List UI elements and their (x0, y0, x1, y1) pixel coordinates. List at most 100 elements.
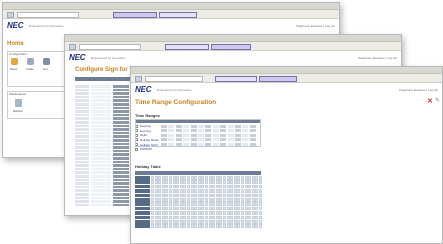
holiday-cell[interactable] (165, 202, 169, 206)
holiday-cell[interactable] (151, 202, 154, 206)
holiday-cell[interactable] (208, 220, 212, 224)
holiday-cell[interactable] (208, 224, 212, 228)
list-row-value[interactable] (91, 88, 111, 92)
holiday-cell[interactable] (201, 206, 205, 211)
holiday-cell[interactable] (241, 202, 244, 206)
holiday-cell[interactable] (190, 189, 194, 193)
holiday-cell[interactable] (194, 193, 198, 198)
holiday-cell[interactable] (169, 180, 172, 184)
holiday-cell[interactable] (197, 202, 201, 206)
close-icon[interactable]: ✕ (427, 98, 433, 105)
list-row-value[interactable] (91, 121, 111, 124)
holiday-cell[interactable] (212, 198, 216, 202)
holiday-cell[interactable] (237, 202, 241, 206)
holiday-cell[interactable] (226, 193, 230, 198)
holiday-cell[interactable] (223, 211, 226, 215)
holiday-cell[interactable] (248, 184, 252, 189)
holiday-cell[interactable] (194, 180, 198, 184)
holiday-cell[interactable] (223, 220, 226, 224)
holiday-cell[interactable] (151, 224, 154, 228)
holiday-cell[interactable] (183, 189, 187, 193)
holiday-cell[interactable] (201, 184, 205, 189)
holiday-cell[interactable] (226, 215, 230, 220)
holiday-cell[interactable] (230, 189, 234, 193)
list-row-bar[interactable] (113, 99, 129, 102)
list-row-value[interactable] (91, 182, 111, 185)
list-row-value[interactable] (91, 131, 111, 135)
list-row-value[interactable] (91, 200, 111, 203)
address-bar[interactable] (17, 12, 79, 18)
list-row-value[interactable] (91, 160, 111, 164)
holiday-cell[interactable] (187, 211, 190, 215)
holiday-cell[interactable] (165, 215, 169, 220)
list-row-value[interactable] (91, 153, 111, 156)
holiday-cell[interactable] (237, 220, 241, 224)
list-row-bar[interactable] (113, 103, 129, 106)
holiday-cell[interactable] (176, 224, 180, 228)
holiday-cell[interactable] (172, 202, 176, 206)
holiday-cell[interactable] (233, 184, 237, 189)
holiday-cell[interactable] (201, 202, 205, 206)
browser-tab-active[interactable] (259, 76, 297, 82)
holiday-cell[interactable] (187, 193, 190, 198)
holiday-cell[interactable] (154, 198, 158, 202)
holiday-cell[interactable] (230, 184, 234, 189)
holiday-cell[interactable] (187, 202, 190, 206)
holiday-cell[interactable] (169, 176, 172, 180)
holiday-cell[interactable] (176, 215, 180, 220)
list-row-value[interactable] (91, 92, 111, 95)
holiday-cell[interactable] (255, 176, 259, 180)
holiday-cell[interactable] (212, 224, 216, 228)
holiday-cell[interactable] (190, 215, 194, 220)
holiday-cell[interactable] (219, 198, 223, 202)
holiday-cell[interactable] (158, 220, 162, 224)
holiday-cell[interactable] (165, 220, 169, 224)
list-row-bar[interactable] (113, 189, 129, 192)
holiday-cell[interactable] (255, 198, 259, 202)
browser-tab-active[interactable] (113, 12, 157, 18)
holiday-cell[interactable] (151, 215, 154, 220)
holiday-cell[interactable] (251, 202, 255, 206)
holiday-cell[interactable] (179, 184, 183, 189)
holiday-cell[interactable] (151, 189, 154, 193)
list-row[interactable] (75, 167, 89, 171)
list-row-bar[interactable] (113, 131, 129, 135)
holiday-cell[interactable] (165, 184, 169, 189)
holiday-cell[interactable] (197, 189, 201, 193)
list-row-value[interactable] (91, 110, 111, 113)
holiday-cell[interactable] (259, 176, 262, 180)
holiday-cell[interactable] (179, 220, 183, 224)
holiday-cell[interactable] (219, 180, 223, 184)
holiday-cell[interactable] (151, 198, 154, 202)
holiday-cell[interactable] (161, 198, 165, 202)
holiday-cell[interactable] (241, 193, 244, 198)
holiday-cell[interactable] (165, 206, 169, 211)
address-bar[interactable] (79, 44, 141, 50)
holiday-cell[interactable] (219, 224, 223, 228)
holiday-cell[interactable] (233, 198, 237, 202)
holiday-cell[interactable] (161, 189, 165, 193)
holiday-cell[interactable] (165, 198, 169, 202)
holiday-cell[interactable] (237, 176, 241, 180)
holiday-cell[interactable] (233, 189, 237, 193)
holiday-cell[interactable] (161, 224, 165, 228)
holiday-cell[interactable] (179, 202, 183, 206)
holiday-cell[interactable] (237, 224, 241, 228)
list-row-value[interactable] (91, 142, 111, 146)
holiday-cell[interactable] (226, 176, 230, 180)
list-row-bar[interactable] (113, 113, 129, 117)
holiday-cell[interactable] (241, 215, 244, 220)
holiday-cell[interactable] (172, 180, 176, 184)
list-row-bar[interactable] (113, 160, 129, 164)
holiday-cell[interactable] (169, 224, 172, 228)
holiday-cell[interactable] (244, 184, 248, 189)
holiday-cell[interactable] (165, 180, 169, 184)
holiday-cell[interactable] (212, 189, 216, 193)
holiday-cell[interactable] (219, 215, 223, 220)
holiday-cell[interactable] (244, 220, 248, 224)
holiday-cell[interactable] (154, 184, 158, 189)
list-row[interactable] (75, 121, 89, 124)
holiday-cell[interactable] (183, 198, 187, 202)
list-row[interactable] (75, 113, 89, 117)
holiday-cell[interactable] (165, 224, 169, 228)
